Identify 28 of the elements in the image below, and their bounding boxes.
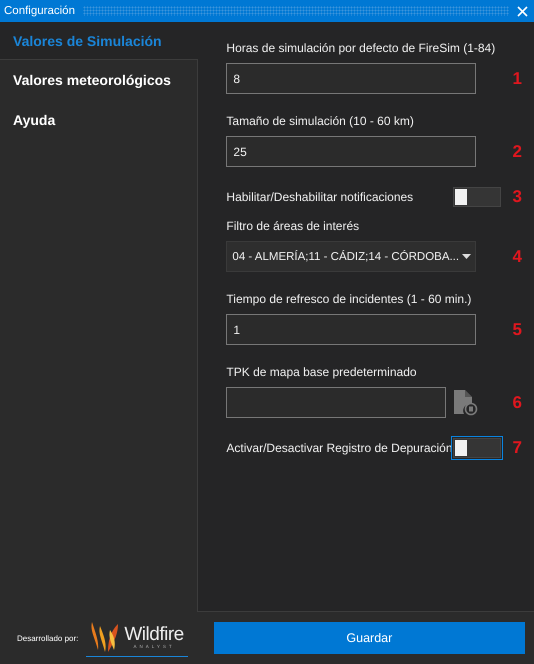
caret-icon (462, 254, 472, 259)
input-field[interactable]: 25 (226, 136, 476, 167)
logo-text: Wildfire (124, 624, 184, 644)
window-title: Configuración (4, 5, 75, 17)
number-marker: 7 (512, 438, 522, 458)
field-label: Tamaño de simulación (10 - 60 km) (226, 114, 415, 128)
input-field[interactable]: 1 (226, 314, 476, 345)
number-marker: 4 (512, 246, 522, 266)
sidebar-item[interactable]: Valores de Simulación (0, 22, 198, 60)
field-label: Tiempo de refresco de incidentes (1 - 60 min.) (226, 292, 472, 306)
input-field[interactable] (226, 387, 446, 418)
toggle-switch[interactable] (452, 187, 501, 207)
number-marker: 6 (512, 392, 522, 412)
save-button[interactable]: Guardar (214, 622, 525, 654)
field-label: Habilitar/Deshabilitar notificaciones (226, 190, 414, 204)
number-marker: 5 (512, 320, 522, 340)
input-field[interactable]: 8 (226, 63, 476, 94)
field-label: TPK de mapa base predeterminado (226, 365, 418, 379)
close-icon[interactable] (517, 6, 528, 16)
file-icon[interactable] (452, 389, 478, 416)
dropdown[interactable]: 04 - ALMERÍA;11 - CÁDIZ;14 - CÓRDOBA... (226, 241, 476, 272)
field-label: Horas de simulación por defecto de FireSim (1-84) (226, 41, 496, 55)
credit-text: Desarrollado por: (17, 634, 78, 642)
field-label: Filtro de áreas de interés (226, 219, 360, 233)
field-label: Activar/Desactivar Registro de Depuración (226, 441, 453, 455)
number-marker: 3 (512, 187, 522, 207)
number-marker: 1 (512, 68, 522, 88)
number-marker: 2 (512, 142, 522, 162)
